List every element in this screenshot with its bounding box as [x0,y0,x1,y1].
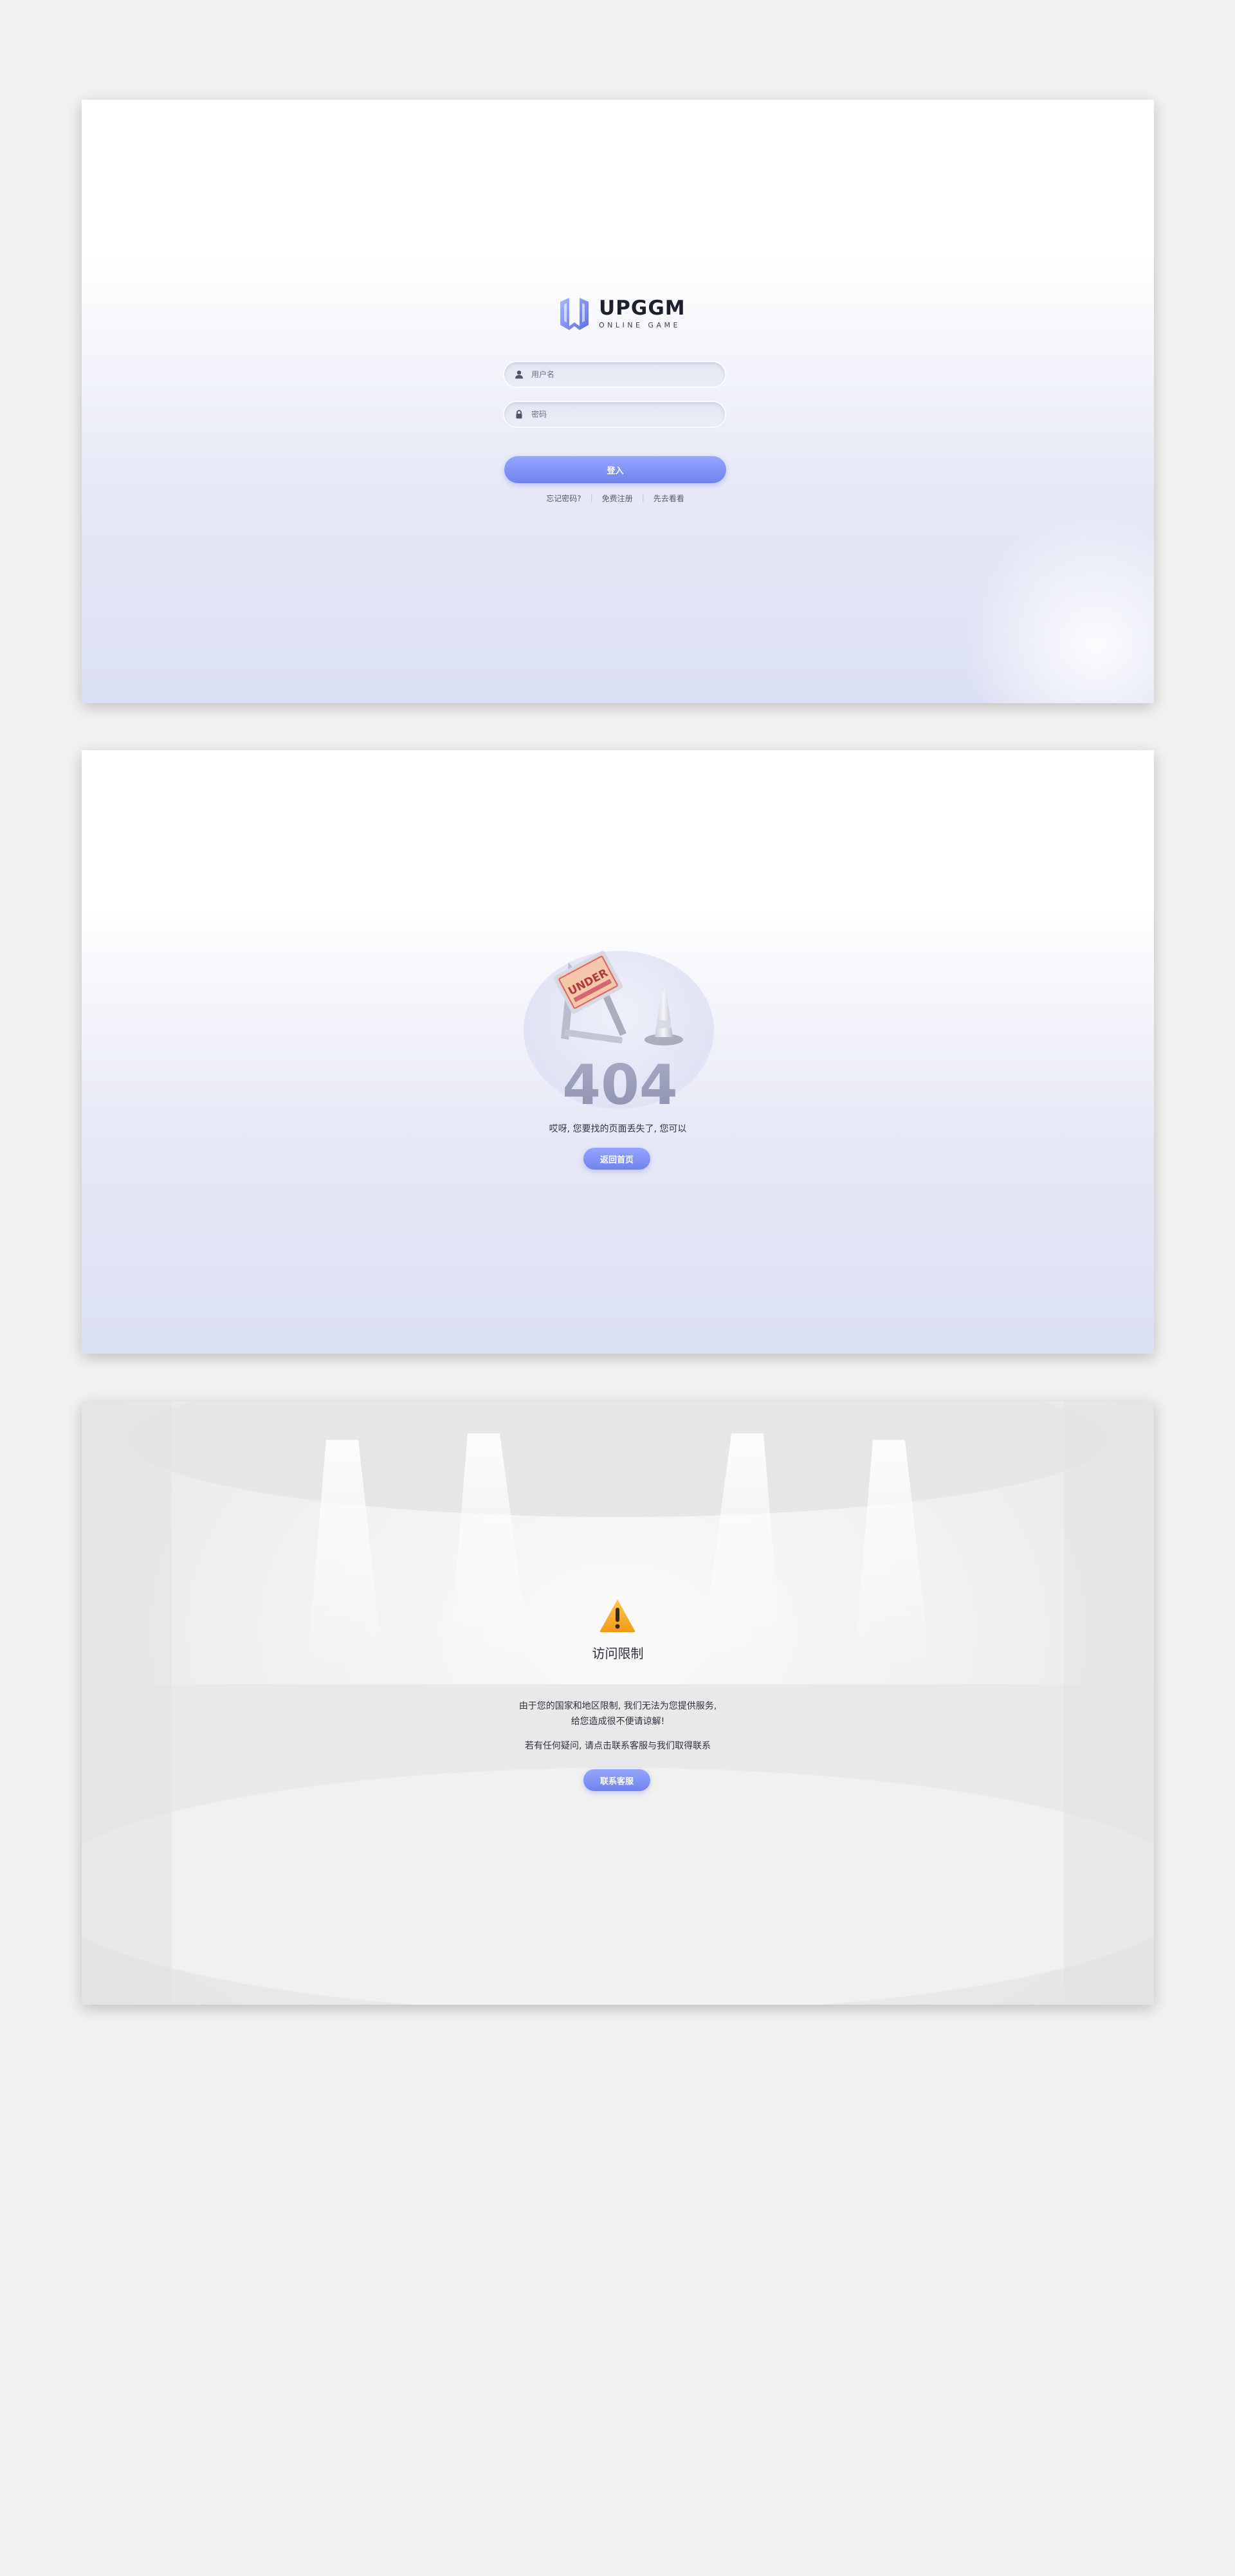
not-found-panel: UNDER 404 哎呀, 您要找的页面丢失了, 您可以 返回首页 [82,750,1154,1354]
logo-title: UPGGM [599,297,686,320]
error-code: 404 [562,1053,678,1117]
guest-link[interactable]: 先去看看 [654,493,684,504]
logo-subtitle: ONLINE GAME [599,321,681,329]
lock-icon [515,410,524,419]
register-link[interactable]: 免费注册 [602,493,633,504]
login-panel: UPGGM ONLINE GAME 登入 忘记密码? | 免费注册 | 先去看看 [82,100,1154,703]
under-construction-illustration: UNDER 404 [553,951,683,1117]
back-home-button[interactable]: 返回首页 [583,1148,650,1170]
user-icon [515,370,524,379]
barrier-sign-icon: UNDER [553,951,627,1044]
restricted-message-line1: 由于您的国家和地区限制, 我们无法为您提供服务, [518,1701,717,1711]
username-input[interactable] [530,369,713,380]
restricted-title: 访问限制 [592,1646,644,1661]
link-separator: | [590,493,593,502]
logo-icon [560,298,589,330]
corner-glow [961,510,1154,703]
access-restricted-panel: 访问限制 由于您的国家和地区限制, 我们无法为您提供服务, 给您造成很不便请谅解… [82,1401,1154,2005]
traffic-cone-icon [645,992,683,1045]
login-button[interactable]: 登入 [504,456,726,483]
link-separator: | [641,493,645,502]
login-links: 忘记密码? | 免费注册 | 先去看看 [504,493,726,504]
restricted-message-line2: 给您造成很不便请谅解! [571,1716,665,1727]
forgot-password-link[interactable]: 忘记密码? [546,493,581,504]
contact-support-button[interactable]: 联系客服 [583,1769,650,1791]
logo: UPGGM ONLINE GAME [556,296,686,332]
username-field[interactable] [504,362,725,387]
password-field[interactable] [504,402,725,427]
password-input[interactable] [530,409,713,419]
not-found-message: 哎呀, 您要找的页面丢失了, 您可以 [549,1124,687,1134]
warning-icon [599,1599,636,1632]
restricted-message-line3: 若有任何疑问, 请点击联系客服与我们取得联系 [525,1741,711,1751]
